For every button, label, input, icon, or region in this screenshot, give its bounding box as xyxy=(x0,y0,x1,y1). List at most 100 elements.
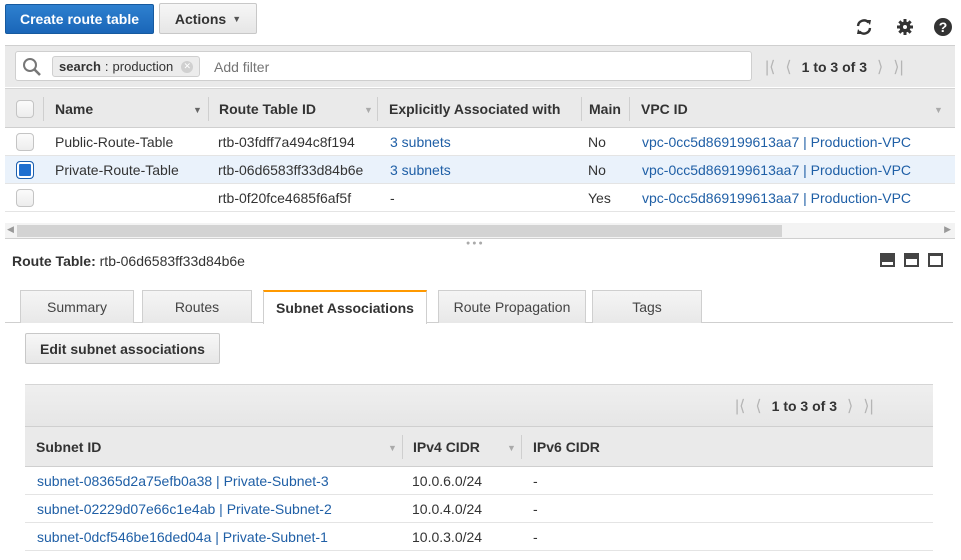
row-checkbox[interactable] xyxy=(16,133,34,151)
last-page-icon[interactable]: ⟩| xyxy=(863,396,873,416)
select-all-checkbox[interactable] xyxy=(16,100,34,118)
table-row[interactable]: Private-Route-Table rtb-06d6583ff33d84b6… xyxy=(5,156,955,184)
layout-bottom-medium-icon[interactable] xyxy=(904,253,919,267)
main-flag: Yes xyxy=(588,190,611,206)
sort-icon[interactable]: ▼ xyxy=(193,105,202,115)
create-route-table-button[interactable]: Create route table xyxy=(5,4,154,34)
pagination: |⟨ ⟨ 1 to 3 of 3 ⟩ ⟩| xyxy=(735,396,874,416)
subnet-link[interactable]: subnet-0dcf546be16ded04a | Private-Subne… xyxy=(37,523,328,551)
first-page-icon[interactable]: |⟨ xyxy=(735,396,745,416)
column-subnet-id[interactable]: Subnet ID xyxy=(36,427,101,467)
add-filter-input[interactable] xyxy=(212,58,512,76)
last-page-icon[interactable]: ⟩| xyxy=(893,57,903,77)
prev-page-icon[interactable]: ⟨ xyxy=(785,57,791,77)
svg-text:?: ? xyxy=(939,19,948,35)
next-page-icon[interactable]: ⟩ xyxy=(847,396,853,416)
associated-subnets-link[interactable]: 3 subnets xyxy=(390,128,451,156)
prev-page-icon[interactable]: ⟨ xyxy=(755,396,761,416)
ipv4-cidr: 10.0.4.0/24 xyxy=(412,501,483,517)
detail-tabs: Summary Routes Subnet Associations Route… xyxy=(5,290,953,324)
sort-icon[interactable]: ▼ xyxy=(388,443,397,453)
next-page-icon[interactable]: ⟩ xyxy=(877,57,883,77)
column-vpc-id[interactable]: VPC ID xyxy=(641,89,688,129)
filter-token[interactable]: search : production ✕ xyxy=(52,56,201,77)
sort-icon[interactable]: ▼ xyxy=(364,105,373,115)
chevron-down-icon: ▼ xyxy=(232,13,242,24)
table-row[interactable]: Public-Route-Table rtb-03fdff7a494c8f194… xyxy=(5,128,955,156)
vpc-link[interactable]: vpc-0cc5d869199613aa7 | Production-VPC xyxy=(642,128,911,156)
tab-route-propagation[interactable]: Route Propagation xyxy=(438,290,586,323)
actions-label: Actions xyxy=(174,10,227,27)
subnet-pagination-bar: |⟨ ⟨ 1 to 3 of 3 ⟩ ⟩| xyxy=(25,384,933,427)
vpc-link[interactable]: vpc-0cc5d869199613aa7 | Production-VPC xyxy=(642,184,911,212)
pagination: |⟨ ⟨ 1 to 3 of 3 ⟩ ⟩| xyxy=(765,57,904,77)
tab-tags[interactable]: Tags xyxy=(592,290,702,323)
column-ipv6-cidr[interactable]: IPv6 CIDR xyxy=(533,427,600,467)
filter-token-value: production xyxy=(112,59,174,74)
layout-bottom-small-icon[interactable] xyxy=(880,253,895,267)
route-table-name: Private-Route-Table xyxy=(55,162,179,178)
scroll-left-icon[interactable]: ◀ xyxy=(7,224,14,235)
ipv6-cidr: - xyxy=(533,501,538,517)
refresh-icon[interactable] xyxy=(853,16,875,38)
table-row[interactable]: rtb-0f20fce4685f6af5f - Yes vpc-0cc5d869… xyxy=(5,184,955,212)
help-icon[interactable]: ? xyxy=(932,16,954,38)
filter-token-separator: : xyxy=(104,59,109,74)
filter-token-key: search xyxy=(59,59,101,74)
sort-icon[interactable]: ▼ xyxy=(507,443,516,453)
vpc-link[interactable]: vpc-0cc5d869199613aa7 | Production-VPC xyxy=(642,156,911,184)
actions-dropdown-button[interactable]: Actions ▼ xyxy=(159,3,257,34)
column-ipv4-cidr[interactable]: IPv4 CIDR xyxy=(413,427,480,467)
table-row: subnet-08365d2a75efb0a38 | Private-Subne… xyxy=(25,467,933,495)
scrollbar-thumb[interactable] xyxy=(17,225,782,237)
table-header: Name ▼ Route Table ID ▼ Explicitly Assoc… xyxy=(5,88,955,128)
associated-subnets-link[interactable]: 3 subnets xyxy=(390,156,451,184)
associated-subnets: - xyxy=(390,190,395,206)
resize-grip-icon[interactable]: ●●● xyxy=(466,240,485,247)
page-count: 1 to 3 of 3 xyxy=(801,59,868,75)
column-explicitly-associated[interactable]: Explicitly Associated with xyxy=(389,89,560,129)
table-row: subnet-02229d07e66c1e4ab | Private-Subne… xyxy=(25,495,933,523)
horizontal-scrollbar[interactable]: ◀ ▶ xyxy=(5,223,955,239)
route-table-id: rtb-03fdff7a494c8f194 xyxy=(218,134,355,150)
table-row: subnet-0dcf546be16ded04a | Private-Subne… xyxy=(25,523,933,551)
ipv4-cidr: 10.0.3.0/24 xyxy=(412,529,483,545)
subnet-link[interactable]: subnet-08365d2a75efb0a38 | Private-Subne… xyxy=(37,467,329,495)
ipv6-cidr: - xyxy=(533,473,538,489)
ipv4-cidr: 10.0.6.0/24 xyxy=(412,473,483,489)
subnet-link[interactable]: subnet-02229d07e66c1e4ab | Private-Subne… xyxy=(37,495,332,523)
tab-summary[interactable]: Summary xyxy=(20,290,134,323)
route-table-id: rtb-0f20fce4685f6af5f xyxy=(218,190,352,206)
main-flag: No xyxy=(588,162,606,178)
tab-routes[interactable]: Routes xyxy=(142,290,252,323)
subnet-table-header: Subnet ID ▼ IPv4 CIDR ▼ IPv6 CIDR xyxy=(25,427,933,467)
remove-filter-icon[interactable]: ✕ xyxy=(181,60,194,73)
filter-bar: search : production ✕ |⟨ ⟨ 1 to 3 of 3 ⟩… xyxy=(5,45,955,87)
column-name[interactable]: Name xyxy=(55,89,93,129)
search-icon xyxy=(22,57,42,80)
ipv6-cidr: - xyxy=(533,529,538,545)
toolbar: Create route table Actions ▼ ? xyxy=(0,0,961,44)
row-checkbox[interactable] xyxy=(16,161,34,179)
detail-label: Route Table: xyxy=(12,253,96,269)
column-route-table-id[interactable]: Route Table ID xyxy=(219,89,316,129)
column-main[interactable]: Main xyxy=(589,89,623,129)
main-flag: No xyxy=(588,134,606,150)
scroll-right-icon[interactable]: ▶ xyxy=(944,224,951,235)
page-count: 1 to 3 of 3 xyxy=(771,398,838,414)
first-page-icon[interactable]: |⟨ xyxy=(765,57,775,77)
subnet-associations-table: |⟨ ⟨ 1 to 3 of 3 ⟩ ⟩| Subnet ID ▼ IPv4 C… xyxy=(25,384,933,551)
gear-icon[interactable] xyxy=(894,16,916,38)
search-box[interactable]: search : production ✕ xyxy=(15,51,752,81)
route-table-id: rtb-06d6583ff33d84b6e xyxy=(218,162,364,178)
layout-switcher xyxy=(880,253,943,267)
route-table-name: Public-Route-Table xyxy=(55,134,174,150)
detail-title: Route Table: rtb-06d6583ff33d84b6e xyxy=(12,253,245,269)
row-checkbox[interactable] xyxy=(16,189,34,207)
route-tables-table: Name ▼ Route Table ID ▼ Explicitly Assoc… xyxy=(5,88,955,212)
edit-subnet-associations-button[interactable]: Edit subnet associations xyxy=(25,333,220,364)
sort-icon[interactable]: ▼ xyxy=(934,105,943,115)
tab-subnet-associations[interactable]: Subnet Associations xyxy=(263,290,427,324)
detail-value: rtb-06d6583ff33d84b6e xyxy=(99,253,245,269)
layout-bottom-large-icon[interactable] xyxy=(928,253,943,267)
